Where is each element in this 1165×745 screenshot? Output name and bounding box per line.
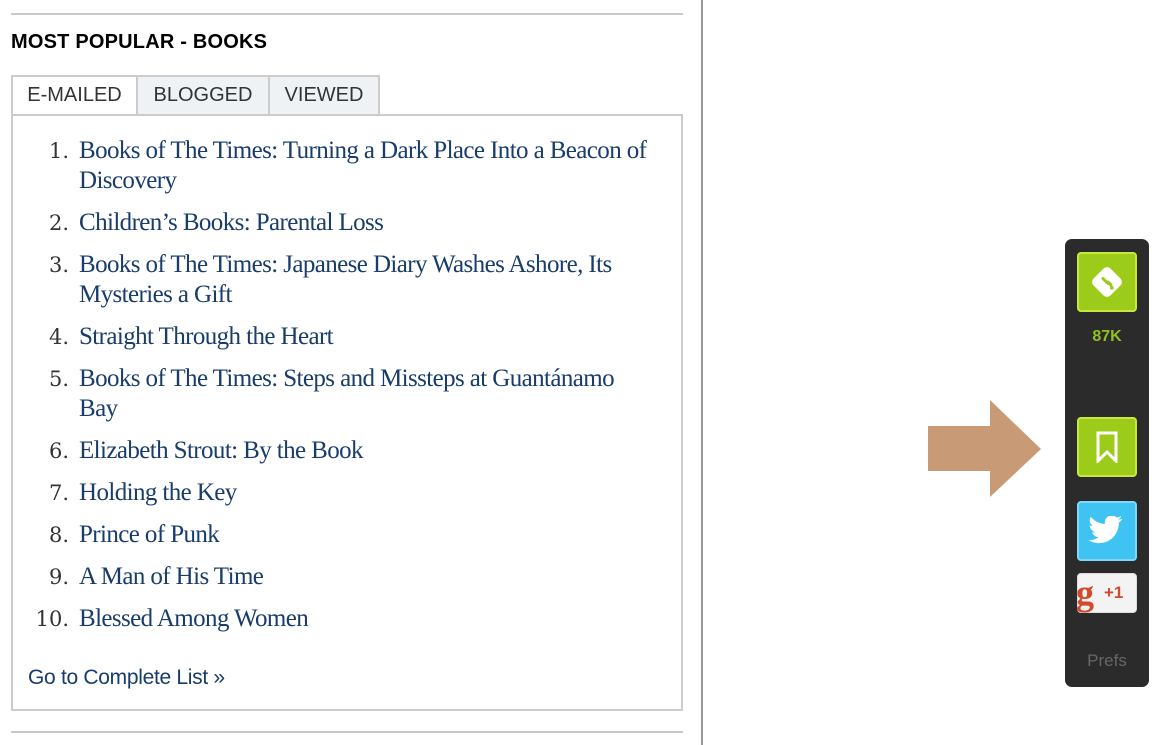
list-item: 10. Blessed Among Women <box>13 604 653 634</box>
bookmark-button[interactable] <box>1077 417 1137 477</box>
list-item: 2. Children’s Books: Parental Loss <box>13 208 653 238</box>
item-number: 7. <box>48 481 69 505</box>
share-toolbar: 87K g +1 Prefs <box>1065 239 1149 687</box>
article-link[interactable]: Books of The Times: Japanese Diary Washe… <box>79 250 653 310</box>
item-number: 4. <box>48 325 69 349</box>
article-link[interactable]: A Man of His Time <box>79 562 264 592</box>
google-plus-icon: g <box>1076 573 1094 613</box>
article-link[interactable]: Straight Through the Heart <box>79 322 334 352</box>
most-popular-list: 1. Books of The Times: Turning a Dark Pla… <box>13 136 653 646</box>
item-number: 1. <box>48 139 69 163</box>
bookmark-icon <box>1096 431 1118 463</box>
google-plus-one-button[interactable]: g +1 <box>1076 573 1137 613</box>
item-number: 2. <box>48 211 69 235</box>
list-item: 8. Prince of Punk <box>13 520 653 550</box>
article-link[interactable]: Prince of Punk <box>79 520 220 550</box>
most-popular-panel: 1. Books of The Times: Turning a Dark Pla… <box>11 114 683 711</box>
tab-emailed[interactable]: E-MAILED <box>11 75 138 116</box>
list-item: 9. A Man of His Time <box>13 562 653 592</box>
bottom-divider <box>11 731 683 733</box>
list-item: 5. Books of The Times: Steps and Missteps… <box>13 364 653 424</box>
twitter-button[interactable] <box>1077 501 1137 561</box>
annotation-arrow-icon <box>928 400 1041 497</box>
list-item: 6. Elizabeth Strout: By the Book <box>13 436 653 466</box>
list-item: 3. Books of The Times: Japanese Diary Was… <box>13 250 653 310</box>
item-number: 10. <box>35 607 69 631</box>
tab-viewed[interactable]: VIEWED <box>270 75 380 116</box>
feedly-count: 87K <box>1092 328 1122 345</box>
plus-one-label: +1 <box>1104 583 1124 602</box>
article-link[interactable]: Children’s Books: Parental Loss <box>79 208 384 238</box>
section-title: MOST POPULAR - BOOKS <box>11 31 268 53</box>
complete-list-link[interactable]: Go to Complete List » <box>28 666 225 690</box>
list-item: 7. Holding the Key <box>13 478 653 508</box>
list-item: 4. Straight Through the Heart <box>13 322 653 352</box>
article-link[interactable]: Elizabeth Strout: By the Book <box>79 436 364 466</box>
article-link[interactable]: Holding the Key <box>79 478 237 508</box>
twitter-bird-icon <box>1088 516 1123 544</box>
article-link[interactable]: Books of The Times: Steps and Missteps a… <box>79 364 653 424</box>
list-item: 1. Books of The Times: Turning a Dark Pla… <box>13 136 653 196</box>
feedly-button[interactable] <box>1077 252 1137 312</box>
top-divider <box>11 13 683 15</box>
column-divider <box>701 0 703 745</box>
item-number: 9. <box>48 565 69 589</box>
item-number: 6. <box>48 439 69 463</box>
item-number: 5. <box>48 367 69 391</box>
tab-blogged[interactable]: BLOGGED <box>138 75 270 116</box>
article-link[interactable]: Books of The Times: Turning a Dark Place… <box>79 136 653 196</box>
item-number: 3. <box>48 253 69 277</box>
feedly-icon <box>1092 267 1122 297</box>
article-link[interactable]: Blessed Among Women <box>79 604 309 634</box>
prefs-link[interactable]: Prefs <box>1065 651 1149 671</box>
tab-bar: E-MAILED BLOGGED VIEWED <box>11 75 380 116</box>
item-number: 8. <box>48 523 69 547</box>
